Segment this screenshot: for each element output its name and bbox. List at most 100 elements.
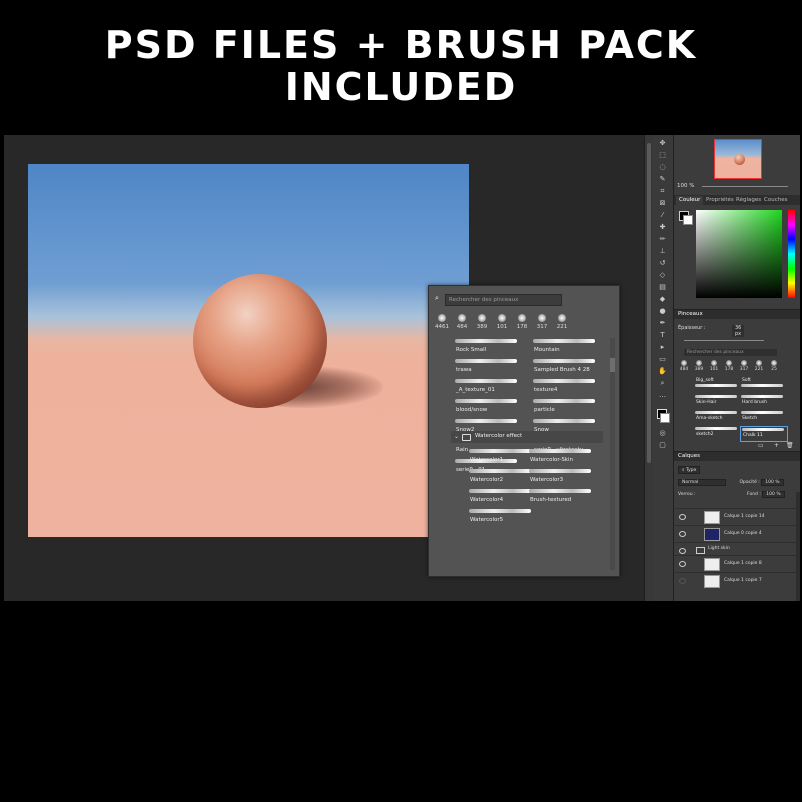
quick-select-tool-icon[interactable]: ✎: [658, 175, 667, 183]
brush-tool-icon[interactable]: ✏: [658, 235, 667, 243]
tab-couleur[interactable]: Couleur: [676, 196, 704, 205]
eye-icon[interactable]: [679, 548, 686, 554]
brush-group-watercolor[interactable]: ⌄ Watercolor effect: [451, 431, 603, 443]
zoom-tool-icon[interactable]: ⌕: [658, 379, 667, 387]
scroll-thumb[interactable]: [610, 358, 615, 372]
trash-icon[interactable]: 🗑: [786, 442, 794, 449]
brush-preset[interactable]: 25: [768, 359, 780, 375]
brush-list-scrollbar[interactable]: [610, 338, 615, 570]
brush-preset[interactable]: 178: [723, 359, 735, 375]
frame-tool-icon[interactable]: ⊠: [658, 199, 667, 207]
screen-mode-icon[interactable]: ▢: [658, 441, 667, 449]
hue-slider[interactable]: [788, 210, 795, 298]
marquee-tool-icon[interactable]: ⬚: [658, 151, 667, 159]
brush-item[interactable]: Rock Small: [453, 336, 525, 356]
brush-item[interactable]: texture4: [531, 376, 603, 396]
gradient-tool-icon[interactable]: ▤: [658, 283, 667, 291]
type-tool-icon[interactable]: T: [658, 331, 667, 339]
brush-preset[interactable]: 101: [493, 312, 511, 334]
lasso-tool-icon[interactable]: ◌: [658, 163, 667, 171]
brush-item[interactable]: trawa: [453, 356, 525, 376]
eye-icon[interactable]: [679, 531, 686, 537]
tab-couches[interactable]: Couches: [761, 196, 790, 205]
opacity-input[interactable]: 100 %: [761, 479, 784, 486]
brush-item[interactable]: _A_texture_01: [453, 376, 525, 396]
eye-icon[interactable]: [679, 514, 686, 520]
clone-stamp-tool-icon[interactable]: ⊥: [658, 247, 667, 255]
brush-preset[interactable]: 4461: [433, 312, 451, 334]
layers-scrollbar[interactable]: [796, 492, 800, 601]
brush-name: Brush-textured: [530, 497, 572, 503]
workspace-scrollbar[interactable]: [644, 135, 653, 601]
move-tool-icon[interactable]: ✥: [658, 139, 667, 147]
dodge-tool-icon[interactable]: ●: [658, 307, 667, 315]
layer-row[interactable]: Calque 1 copie 8: [674, 555, 800, 572]
zoom-level[interactable]: 100 %: [677, 183, 694, 189]
brush-item[interactable]: sketch2: [694, 426, 740, 440]
fill-input[interactable]: 100 %: [762, 491, 785, 498]
layer-group-row[interactable]: Light skin: [674, 542, 800, 555]
brush-item[interactable]: Watercolor-Skin: [527, 446, 599, 466]
layer-filter-select[interactable]: ⌕ Type: [678, 466, 701, 474]
brush-item[interactable]: Watercolor5: [467, 506, 539, 526]
preset-size: 178: [516, 324, 528, 330]
brush-stroke-preview: [529, 449, 591, 453]
brush-item[interactable]: Skin-Hair: [694, 394, 740, 408]
tab-reglages[interactable]: Réglages: [733, 196, 764, 205]
document-canvas[interactable]: [28, 164, 469, 537]
blend-mode-select[interactable]: Normal: [678, 479, 726, 486]
eye-icon[interactable]: [679, 578, 686, 584]
eyedropper-tool-icon[interactable]: ⁄: [658, 211, 667, 219]
pen-tool-icon[interactable]: ✒: [658, 319, 667, 327]
brush-item[interactable]: Hard brush: [740, 394, 786, 408]
brush-item[interactable]: Sampled Brush 4 28: [531, 356, 603, 376]
brush-preset[interactable]: 317: [738, 359, 750, 375]
zoom-slider[interactable]: [702, 186, 788, 187]
brush-search-input[interactable]: Rechercher des pinceaux: [684, 349, 777, 356]
brush-item[interactable]: Sketch: [740, 410, 786, 424]
layer-row[interactable]: Calque 1 copie 14: [674, 508, 800, 525]
brush-preset[interactable]: 389: [473, 312, 491, 334]
brush-preset[interactable]: 317: [533, 312, 551, 334]
tab-proprietes[interactable]: Propriétés: [703, 196, 737, 205]
scroll-thumb[interactable]: [647, 143, 651, 463]
brush-item[interactable]: particle: [531, 396, 603, 416]
shape-tool-icon[interactable]: ▭: [658, 355, 667, 363]
brush-item[interactable]: Brush-textured: [527, 486, 599, 506]
brush-item[interactable]: Soft: [740, 378, 786, 392]
brush-preset[interactable]: 101: [708, 359, 720, 375]
brush-preset[interactable]: 484: [678, 359, 690, 375]
more-tools-icon[interactable]: …: [658, 391, 667, 399]
navigator-thumbnail[interactable]: [714, 139, 762, 179]
hand-tool-icon[interactable]: ✋: [658, 367, 667, 375]
brush-item[interactable]: Mountain: [531, 336, 603, 356]
folder-icon[interactable]: ▭: [758, 442, 764, 449]
history-brush-tool-icon[interactable]: ↺: [658, 259, 667, 267]
new-brush-icon[interactable]: +: [774, 442, 779, 449]
path-select-tool-icon[interactable]: ▸: [658, 343, 667, 351]
color-picker-field[interactable]: [696, 210, 782, 298]
brush-item[interactable]: Ama-sketch: [694, 410, 740, 424]
background-color-swatch[interactable]: [683, 215, 693, 225]
brush-size-input[interactable]: 36 px: [732, 325, 745, 337]
brush-preset[interactable]: 484: [453, 312, 471, 334]
quick-mask-icon[interactable]: ◎: [658, 429, 667, 437]
brush-preset[interactable]: 178: [513, 312, 531, 334]
background-color-swatch[interactable]: [660, 413, 670, 423]
brush-preset[interactable]: 221: [553, 312, 571, 334]
brush-size-slider[interactable]: [684, 340, 764, 341]
eye-icon[interactable]: [679, 561, 686, 567]
brush-item[interactable]: blood/snow: [453, 396, 525, 416]
layer-row[interactable]: Calque 0 copie 4: [674, 525, 800, 542]
eraser-tool-icon[interactable]: ◇: [658, 271, 667, 279]
crop-tool-icon[interactable]: ⌗: [658, 187, 667, 195]
brush-item[interactable]: Big_soft: [694, 378, 740, 392]
brush-search-input[interactable]: Rechercher des pinceaux: [445, 294, 562, 306]
blur-tool-icon[interactable]: ◆: [658, 295, 667, 303]
healing-tool-icon[interactable]: ✚: [658, 223, 667, 231]
layer-row[interactable]: Calque 1 copie 7: [674, 572, 800, 589]
brush-preset[interactable]: 221: [753, 359, 765, 375]
brush-preset[interactable]: 389: [693, 359, 705, 375]
brush-item-selected[interactable]: Chalk 11: [740, 426, 788, 442]
brush-item[interactable]: Watercolor3: [527, 466, 599, 486]
